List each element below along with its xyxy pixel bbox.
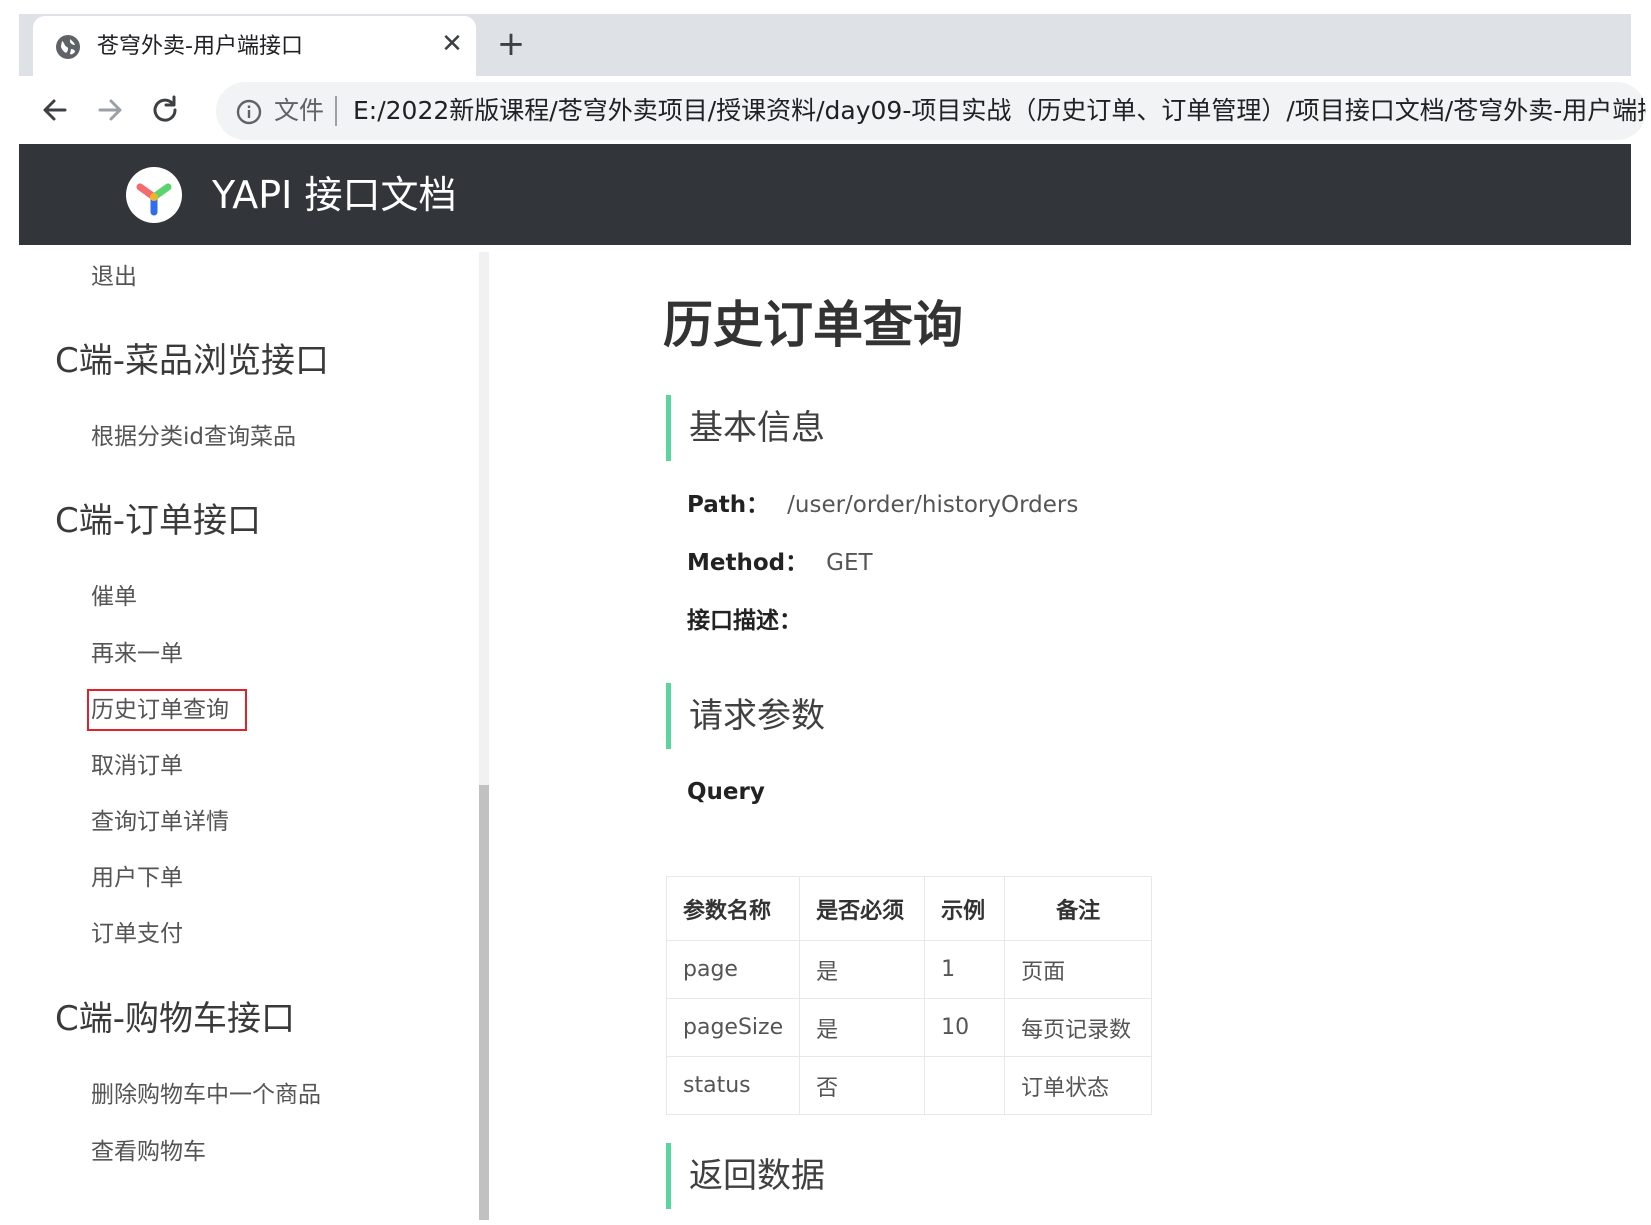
browser-tab[interactable]: 苍穹外卖-用户端接口 ✕ [33,16,476,78]
table-row: pageSize 是 10 每页记录数 [665,998,1153,1057]
table-row: page 是 1 页面 [665,940,1153,999]
description-label: 接口描述： [687,608,802,634]
reload-icon[interactable] [145,90,185,130]
main-content: 历史订单查询 基本信息 Path： /user/order/historyOrde… [495,245,1631,1225]
screen: 苍穹外卖-用户端接口 ✕ + 文件 E:/2022新版课程/苍穹外卖项目/授课资… [0,0,1651,1225]
path-label: Path： [687,492,770,518]
sidebar: 退出 C端-菜品浏览接口 根据分类id查询菜品 C端-订单接口 催单 再来一单 … [19,245,479,1225]
section-heading-basic-info: 基本信息 [666,395,1366,461]
param-remark: 页面 [1004,940,1153,999]
section-heading-response: 返回数据 [666,1143,1366,1209]
param-name: status [665,1056,801,1115]
sidebar-item-logout[interactable]: 退出 [91,260,137,294]
browser-toolbar: 文件 E:/2022新版课程/苍穹外卖项目/授课资料/day09-项目实战（历史… [19,76,1646,144]
sidebar-item-query-dish-by-category[interactable]: 根据分类id查询菜品 [91,420,296,454]
sidebar-group-dish-browse: C端-菜品浏览接口 [55,341,330,381]
method-row: Method： GET [687,546,873,580]
path-value: /user/order/historyOrders [787,492,1079,518]
sidebar-scrollbar-thumb[interactable] [479,785,489,1220]
app-header: YAPI 接口文档 [19,144,1631,245]
yapi-logo-icon [126,167,182,223]
column-header-remark: 备注 [1004,876,1153,941]
address-separator [335,96,337,126]
sidebar-item-history-orders[interactable]: 历史订单查询 [87,689,247,731]
forward-arrow-icon[interactable] [90,90,130,130]
param-required: 否 [799,1056,926,1115]
param-example: 1 [924,940,1006,999]
method-value: GET [826,550,873,576]
new-tab-button[interactable]: + [491,24,531,64]
column-header-required: 是否必须 [799,876,926,941]
sidebar-item-cancel-order[interactable]: 取消订单 [91,749,183,783]
column-header-example: 示例 [924,876,1006,941]
browser-tab-strip: 苍穹外卖-用户端接口 ✕ + [19,14,1631,78]
sidebar-item-pay-order[interactable]: 订单支付 [91,917,183,951]
param-remark: 订单状态 [1004,1056,1153,1115]
param-remark: 每页记录数 [1004,998,1153,1057]
description-row: 接口描述： [687,604,820,638]
info-icon[interactable] [236,99,262,125]
param-name: pageSize [665,998,801,1057]
param-required: 是 [799,998,926,1057]
sidebar-item-delete-cart-item[interactable]: 删除购物车中一个商品 [91,1078,321,1112]
back-arrow-icon[interactable] [35,90,75,130]
file-scheme-label: 文件 [274,96,325,125]
sidebar-item-view-cart[interactable]: 查看购物车 [91,1135,206,1169]
param-example [924,1056,1006,1115]
param-name: page [665,940,801,999]
param-required: 是 [799,940,926,999]
table-row: status 否 订单状态 [665,1056,1153,1115]
sidebar-item-repeat-order[interactable]: 再来一单 [91,637,183,671]
column-header-name: 参数名称 [665,876,801,941]
close-tab-icon[interactable]: ✕ [437,29,467,59]
url-text[interactable]: E:/2022新版课程/苍穹外卖项目/授课资料/day09-项目实战（历史订单、… [353,94,1646,128]
section-heading-request-params: 请求参数 [666,683,1366,749]
address-bar[interactable]: 文件 E:/2022新版课程/苍穹外卖项目/授课资料/day09-项目实战（历史… [216,82,1646,140]
page-title: 历史订单查询 [663,296,963,354]
query-params-table: 参数名称 是否必须 示例 备注 page 是 1 页面 pageSize 是 1… [665,876,1153,1115]
sidebar-group-order: C端-订单接口 [55,501,262,541]
tab-title: 苍穹外卖-用户端接口 [97,34,303,59]
method-label: Method： [687,550,809,576]
sidebar-group-cart: C端-购物车接口 [55,999,296,1039]
globe-icon [56,35,80,59]
sidebar-item-submit-order[interactable]: 用户下单 [91,861,183,895]
app-title: YAPI 接口文档 [212,173,457,217]
query-heading: Query [687,779,765,805]
param-example: 10 [924,998,1006,1057]
table-header-row: 参数名称 是否必须 示例 备注 [665,876,1153,941]
sidebar-item-order-detail[interactable]: 查询订单详情 [91,805,229,839]
sidebar-item-remind-order[interactable]: 催单 [91,580,137,614]
path-row: Path： /user/order/historyOrders [687,488,1078,522]
